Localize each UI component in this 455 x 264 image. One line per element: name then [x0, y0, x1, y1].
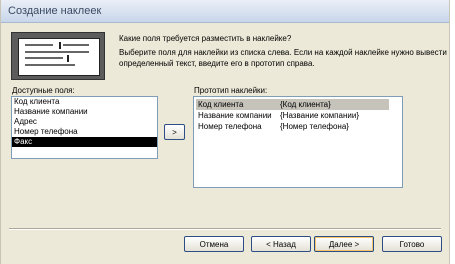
prototype-editor[interactable]: Код клиента {Код клиента} Название компани… [193, 96, 403, 188]
next-button[interactable]: Далее > [314, 236, 374, 252]
prototype-row-text: Код клиента [198, 100, 244, 109]
label-wizard-window: Создание наклеек Какие поля требуется ра… [0, 0, 450, 264]
available-field-item[interactable]: Номер телефона [12, 127, 157, 137]
available-fields-label: Доступные поля: [12, 86, 75, 95]
label-preview-icon [11, 32, 105, 80]
window-title: Создание наклеек [8, 5, 102, 17]
intro-instructions: Выберите поля для наклейки из списка сле… [119, 48, 447, 68]
label-card-graphic [18, 38, 100, 76]
next-label: Далее > [328, 240, 360, 249]
intro-question: Какие поля требуется разместить в наклей… [119, 34, 292, 43]
back-label: < Назад [266, 240, 296, 249]
cancel-label: Отмена [199, 240, 229, 249]
available-field-item[interactable]: Код клиента [12, 97, 157, 107]
prototype-row[interactable]: Название компании {Название компании} [196, 110, 389, 121]
prototype-row-text: Название компании [198, 111, 272, 120]
available-fields-list[interactable]: Код клиента Название компании Адрес Номер т… [11, 96, 158, 159]
prototype-row-field: {Название компании} [280, 111, 359, 120]
available-field-item[interactable]: Название компании [12, 107, 157, 117]
divider [9, 228, 441, 230]
prototype-row[interactable]: Номер телефона {Номер телефона} [196, 121, 389, 132]
title-bar: Создание наклеек [1, 0, 449, 23]
prototype-row-field: {Код клиента} [280, 100, 331, 109]
prototype-label: Прототип наклейки: [194, 86, 268, 95]
finish-button[interactable]: Готово [382, 236, 442, 252]
finish-label: Готово [399, 240, 425, 249]
add-field-button[interactable]: > [164, 124, 185, 140]
intro-text: Какие поля требуется разместить в наклей… [119, 33, 447, 72]
prototype-row-text: Номер телефона [198, 122, 262, 131]
back-button[interactable]: < Назад [251, 236, 311, 252]
prototype-row[interactable]: Код клиента {Код клиента} [196, 99, 389, 110]
prototype-row-field: {Номер телефона} [280, 122, 349, 131]
cancel-button[interactable]: Отмена [184, 236, 244, 252]
available-field-item[interactable]: Адрес [12, 117, 157, 127]
available-field-item[interactable]: Факс [12, 137, 157, 147]
